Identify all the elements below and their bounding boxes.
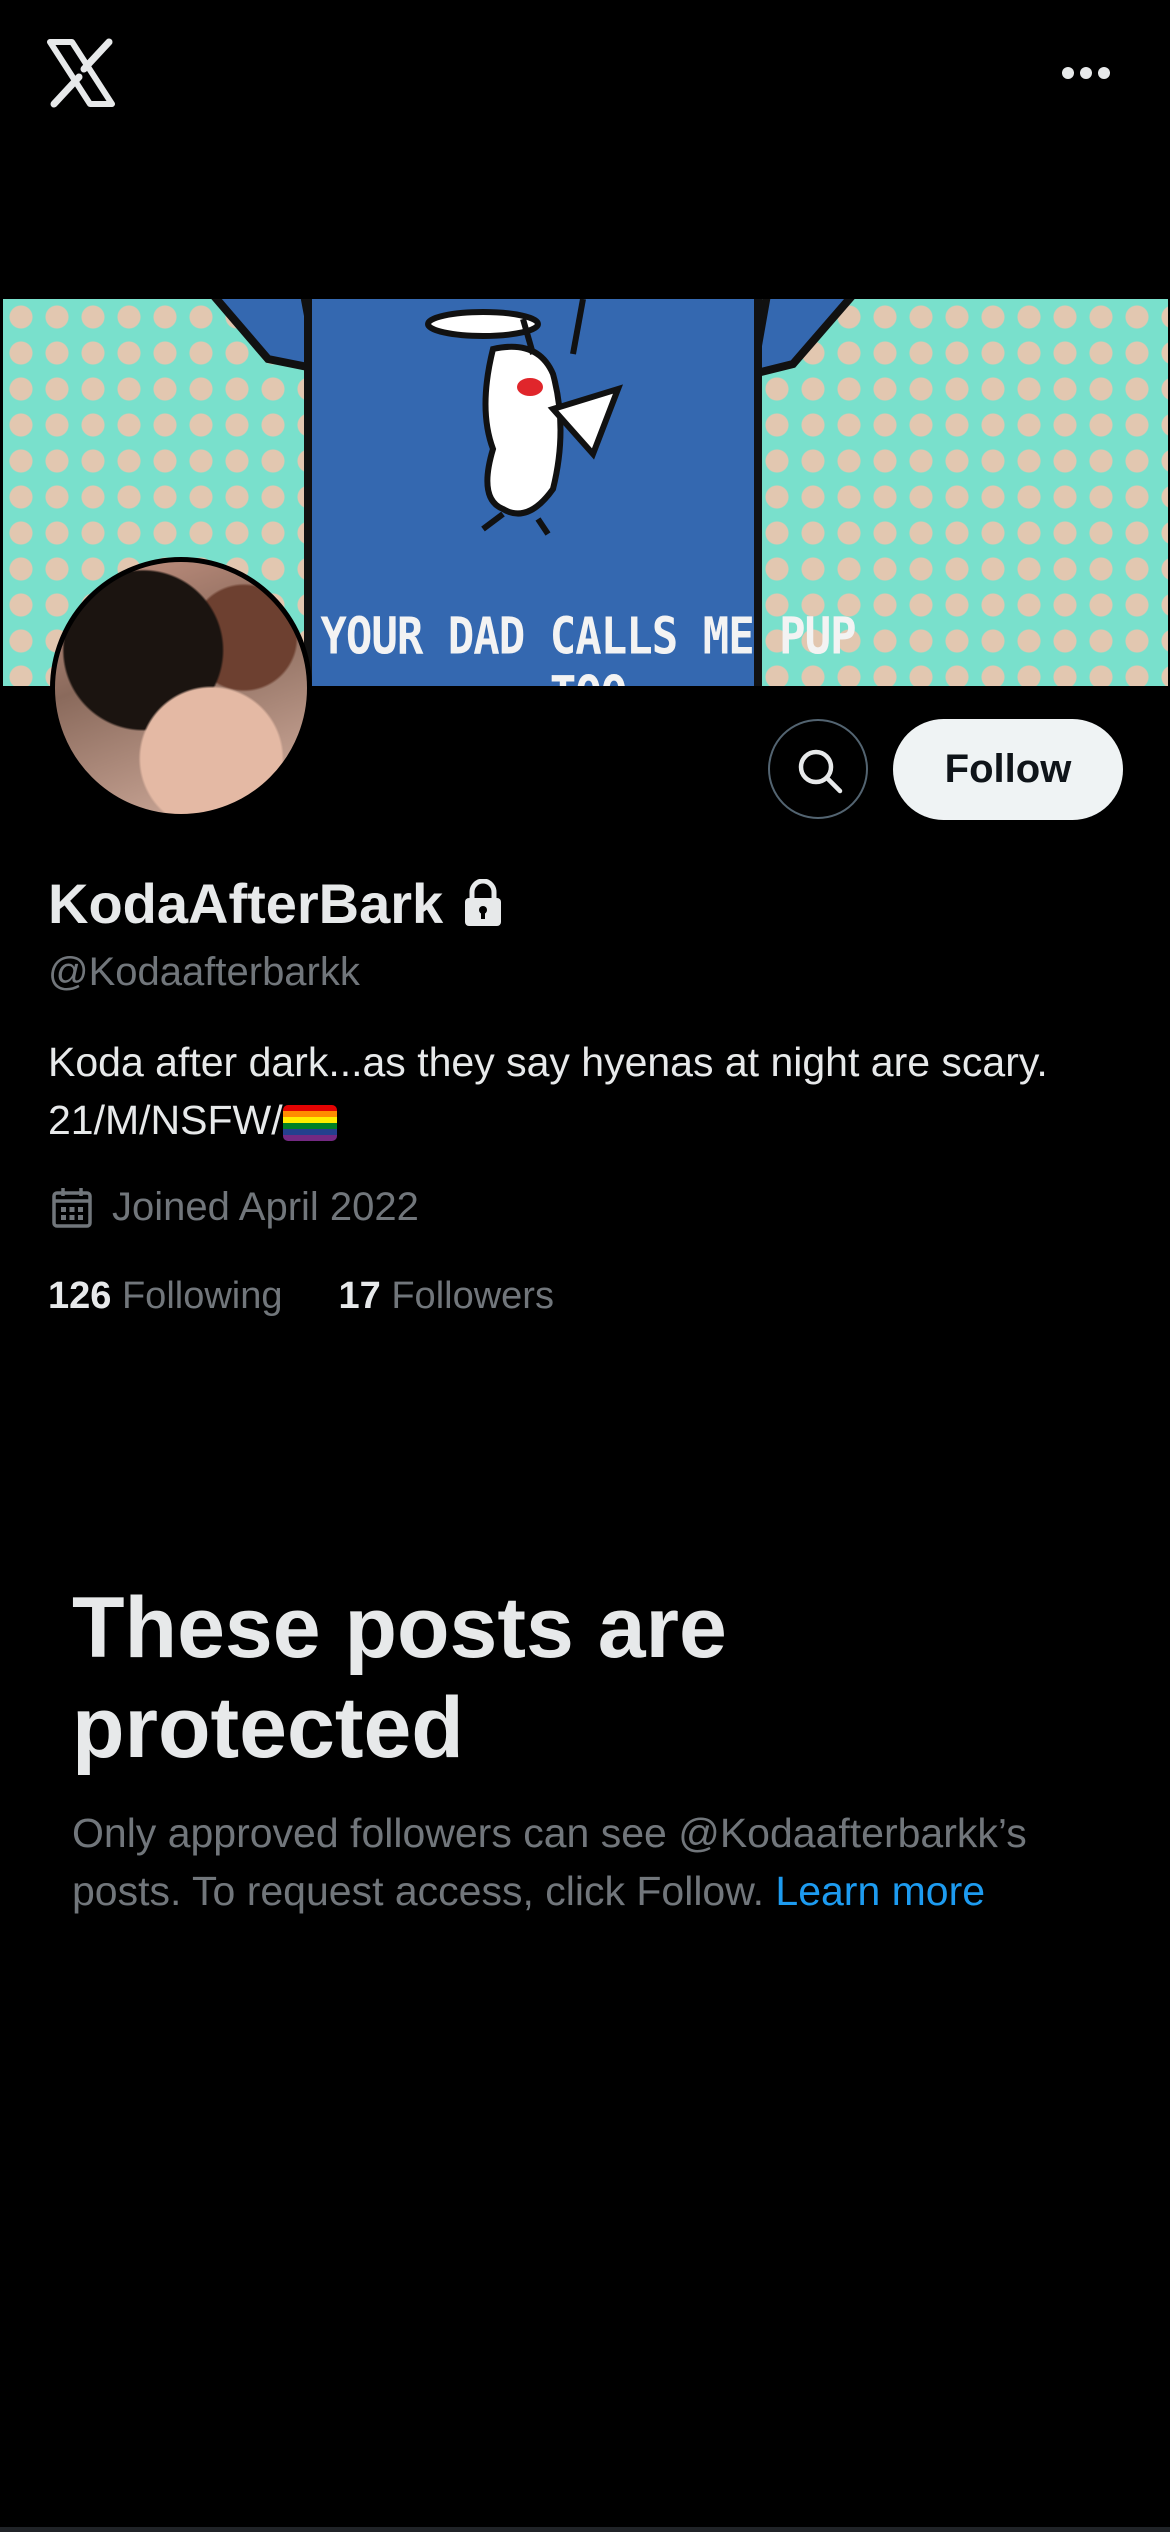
top-bar [0,0,1170,150]
followers-label: Followers [391,1275,554,1317]
search-button[interactable] [768,719,868,819]
following-count: 126 [48,1275,112,1317]
avatar[interactable] [50,557,312,819]
protected-message: Only approved followers can see @Kodaaft… [72,1804,1102,1920]
joined-date: Joined April 2022 [112,1185,419,1229]
bio-line-2: 21/M/NSFW/ [48,1091,1138,1149]
bio-line-1: Koda after dark...as they say hyenas at … [48,1039,1048,1085]
handle: @Kodaafterbarkk [48,950,360,994]
bottom-divider [0,2527,1170,2532]
bio: Koda after dark...as they say hyenas at … [48,1033,1138,1149]
following-link[interactable]: 126 Following [48,1275,283,1318]
search-icon [798,749,843,794]
following-label: Following [121,1275,283,1317]
name-row: KodaAfterBark [48,868,503,938]
display-name: KodaAfterBark [48,871,444,935]
bio-line-2-text: 21/M/NSFW/ [48,1097,283,1143]
x-logo-icon[interactable] [46,38,116,108]
more-options-icon[interactable] [1060,58,1112,88]
followers-count: 17 [338,1275,381,1317]
rainbow-flag-icon [282,1105,337,1142]
joined-row: Joined April 2022 [50,1185,419,1230]
lock-icon [465,879,502,926]
banner-caption: YOUR DAD CALLS ME PUP TOO [320,607,856,686]
calendar-icon [52,1187,92,1228]
follow-button[interactable]: Follow [893,719,1123,820]
followers-link[interactable]: 17 Followers [339,1275,554,1318]
protected-title: These posts are protected [72,1580,727,1776]
follow-stats: 126 Following 17 Followers [48,1275,610,1318]
learn-more-link[interactable]: Learn more [775,1868,985,1914]
